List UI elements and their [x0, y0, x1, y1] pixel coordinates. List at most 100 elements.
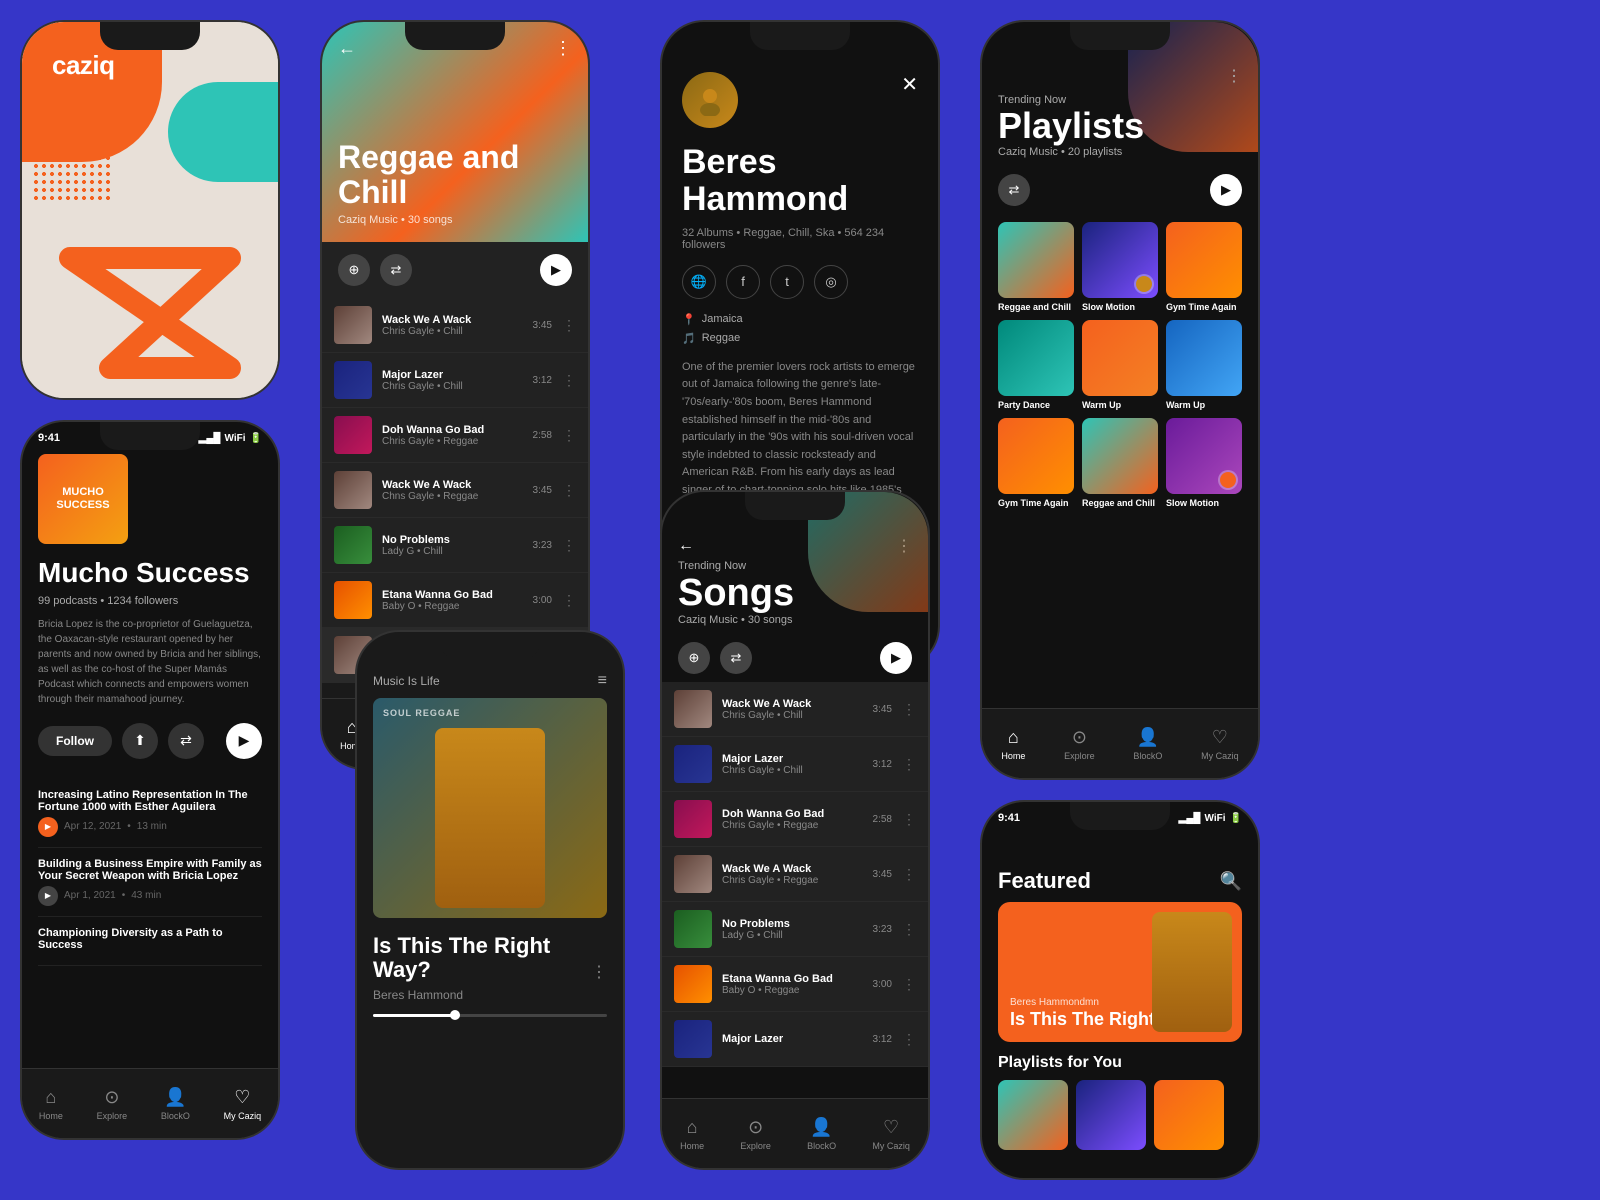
nav-explore-p7[interactable]: ⊙ Explore	[1064, 727, 1095, 761]
artist-location: 📍 Jamaica	[662, 313, 938, 326]
shuffle-button-p7[interactable]: ⇄	[998, 174, 1030, 206]
song-item-p6-2[interactable]: Major Lazer Chris Gayle • Chill 3:12 ⋮	[662, 737, 928, 792]
song-more-4[interactable]: ⋮	[562, 482, 576, 499]
progress-track[interactable]	[373, 1014, 607, 1017]
song-duration-5: 3:23	[533, 540, 552, 551]
playlists-for-you-header: Playlists for You	[982, 1042, 1258, 1072]
song-more-p6-3[interactable]: ⋮	[902, 811, 916, 828]
song-item-p6-1[interactable]: Wack We A Wack Chris Gayle • Chill 3:45 …	[662, 682, 928, 737]
song-more-p6-4[interactable]: ⋮	[902, 866, 916, 883]
share-button[interactable]: ⬆	[122, 723, 158, 759]
playlist-grid-item-5[interactable]: Warm Up	[1082, 320, 1158, 410]
song-more-5[interactable]: ⋮	[562, 537, 576, 554]
playback-bar	[357, 1014, 623, 1017]
song-artist-p6-3: Chris Gayle • Reggae	[722, 820, 863, 831]
song-item-6[interactable]: Etana Wanna Go Bad Baby O • Reggae 3:00 …	[322, 573, 588, 628]
nav-blocko-p6[interactable]: 👤 BlockO	[807, 1117, 836, 1151]
song-item-1[interactable]: Wack We A Wack Chris Gayle • Chill 3:45 …	[322, 298, 588, 353]
song-more-2[interactable]: ⋮	[562, 372, 576, 389]
song-item-p6-7[interactable]: Major Lazer 3:12 ⋮	[662, 1012, 928, 1067]
trending-controls-p6: ⊕ ⇄ ▶	[662, 634, 928, 682]
song-artist-1: Chris Gayle • Chill	[382, 326, 523, 337]
play-button[interactable]: ▶	[226, 723, 262, 759]
nav-home-p7[interactable]: ⌂ Home	[1001, 727, 1025, 761]
song-thumb-6	[334, 581, 372, 619]
song-item-p6-6[interactable]: Etana Wanna Go Bad Baby O • Reggae 3:00 …	[662, 957, 928, 1012]
nav-home[interactable]: ⌂ Home	[39, 1087, 63, 1121]
song-more-3[interactable]: ⋮	[562, 427, 576, 444]
song-thumb-4	[334, 471, 372, 509]
song-item-5[interactable]: No Problems Lady G • Chill 3:23 ⋮	[322, 518, 588, 573]
playlist-grid-item-3[interactable]: Gym Time Again	[1166, 222, 1242, 312]
playlist-grid-item-6[interactable]: Warm Up	[1166, 320, 1242, 410]
song-item-2[interactable]: Major Lazer Chris Gayle • Chill 3:12 ⋮	[322, 353, 588, 408]
playlist-label-5: Warm Up	[1082, 400, 1158, 410]
playlist-grid-item-2[interactable]: Slow Motion	[1082, 222, 1158, 312]
shuffle-button[interactable]: ⇄	[168, 723, 204, 759]
nav-blocko[interactable]: 👤 BlockO	[161, 1087, 190, 1121]
search-button[interactable]: 🔍	[1220, 871, 1242, 892]
song-item-3[interactable]: Doh Wanna Go Bad Chris Gayle • Reggae 2:…	[322, 408, 588, 463]
shuffle-button[interactable]: ⇄	[380, 254, 412, 286]
location-icon: 📍	[682, 313, 696, 326]
mycaziq-icon-p7: ♡	[1212, 727, 1228, 748]
playlist-grid-item-4[interactable]: Party Dance	[998, 320, 1074, 410]
shuffle-button-p6[interactable]: ⇄	[720, 642, 752, 674]
song-artist-3: Chris Gayle • Reggae	[382, 436, 523, 447]
pty-item-2[interactable]	[1076, 1080, 1146, 1150]
nav-mycaziq[interactable]: ♡ My Caziq	[224, 1087, 262, 1121]
song-more-p6-2[interactable]: ⋮	[902, 756, 916, 773]
more-button-p4[interactable]: ⋮	[583, 962, 607, 982]
episode-play-1[interactable]: ▶	[38, 817, 58, 837]
podcast-meta: 99 podcasts • 1234 followers	[38, 595, 262, 607]
song-more-1[interactable]: ⋮	[562, 317, 576, 334]
nav-mycaziq-p6[interactable]: ♡ My Caziq	[872, 1117, 910, 1151]
pty-item-3[interactable]	[1154, 1080, 1224, 1150]
song-info-p6-3: Doh Wanna Go Bad Chris Gayle • Reggae	[722, 808, 863, 831]
song-more-p6-5[interactable]: ⋮	[902, 921, 916, 938]
song-item-p6-5[interactable]: No Problems Lady G • Chill 3:23 ⋮	[662, 902, 928, 957]
back-button[interactable]: ←	[338, 38, 356, 59]
website-button[interactable]: 🌐	[682, 265, 716, 299]
pty-item-1[interactable]	[998, 1080, 1068, 1150]
song-item-4[interactable]: Wack We A Wack Chns Gayle • Reggae 3:45 …	[322, 463, 588, 518]
nav-mycaziq-p7[interactable]: ♡ My Caziq	[1201, 727, 1239, 761]
playlist-grid-item-7[interactable]: Gym Time Again	[998, 418, 1074, 508]
episode-dur-2: 43 min	[131, 890, 161, 901]
playlist-grid-item-8[interactable]: Reggae and Chill	[1082, 418, 1158, 508]
nav-explore-p6[interactable]: ⊙ Explore	[740, 1117, 771, 1151]
more-button-p7[interactable]: ⋮	[1226, 66, 1242, 86]
twitter-button[interactable]: t	[770, 265, 804, 299]
song-more-p6-1[interactable]: ⋮	[902, 701, 916, 718]
nav-explore[interactable]: ⊙ Explore	[97, 1087, 128, 1121]
play-button[interactable]: ▶	[540, 254, 572, 286]
add-button-p6[interactable]: ⊕	[678, 642, 710, 674]
back-button-p6[interactable]: ←	[678, 537, 694, 555]
progress-thumb[interactable]	[450, 1010, 460, 1020]
play-button-p6[interactable]: ▶	[880, 642, 912, 674]
nav-blocko-p7[interactable]: 👤 BlockO	[1133, 727, 1162, 761]
song-item-p6-3[interactable]: Doh Wanna Go Bad Chris Gayle • Reggae 2:…	[662, 792, 928, 847]
song-more-p6-7[interactable]: ⋮	[902, 1031, 916, 1048]
featured-card[interactable]: Beres Hammondmn Is This The Right Way?	[998, 902, 1242, 1042]
facebook-button[interactable]: f	[726, 265, 760, 299]
explore-icon-p6: ⊙	[748, 1117, 763, 1138]
song-artist-p6-5: Lady G • Chill	[722, 930, 863, 941]
instagram-button[interactable]: ◎	[814, 265, 848, 299]
nav-home-p6[interactable]: ⌂ Home	[680, 1117, 704, 1151]
more-button[interactable]: ⋮	[554, 38, 572, 59]
episode-dur-sep-1: •	[127, 821, 131, 832]
episode-play-2[interactable]: ▶	[38, 886, 58, 906]
play-button-p7[interactable]: ▶	[1210, 174, 1242, 206]
playlist-grid-item-9[interactable]: Slow Motion	[1166, 418, 1242, 508]
song-item-p6-4[interactable]: Wack We A Wack Chris Gayle • Reggae 3:45…	[662, 847, 928, 902]
song-more-6[interactable]: ⋮	[562, 592, 576, 609]
follow-button[interactable]: Follow	[38, 726, 112, 756]
menu-icon[interactable]: ≡	[598, 672, 607, 690]
song-more-p6-6[interactable]: ⋮	[902, 976, 916, 993]
close-button[interactable]: ✕	[901, 72, 918, 97]
playlist-label-6: Warm Up	[1166, 400, 1242, 410]
playlist-grid-item-1[interactable]: Reggae and Chill	[998, 222, 1074, 312]
mycaziq-label-p7: My Caziq	[1201, 751, 1239, 761]
add-to-library-button[interactable]: ⊕	[338, 254, 370, 286]
